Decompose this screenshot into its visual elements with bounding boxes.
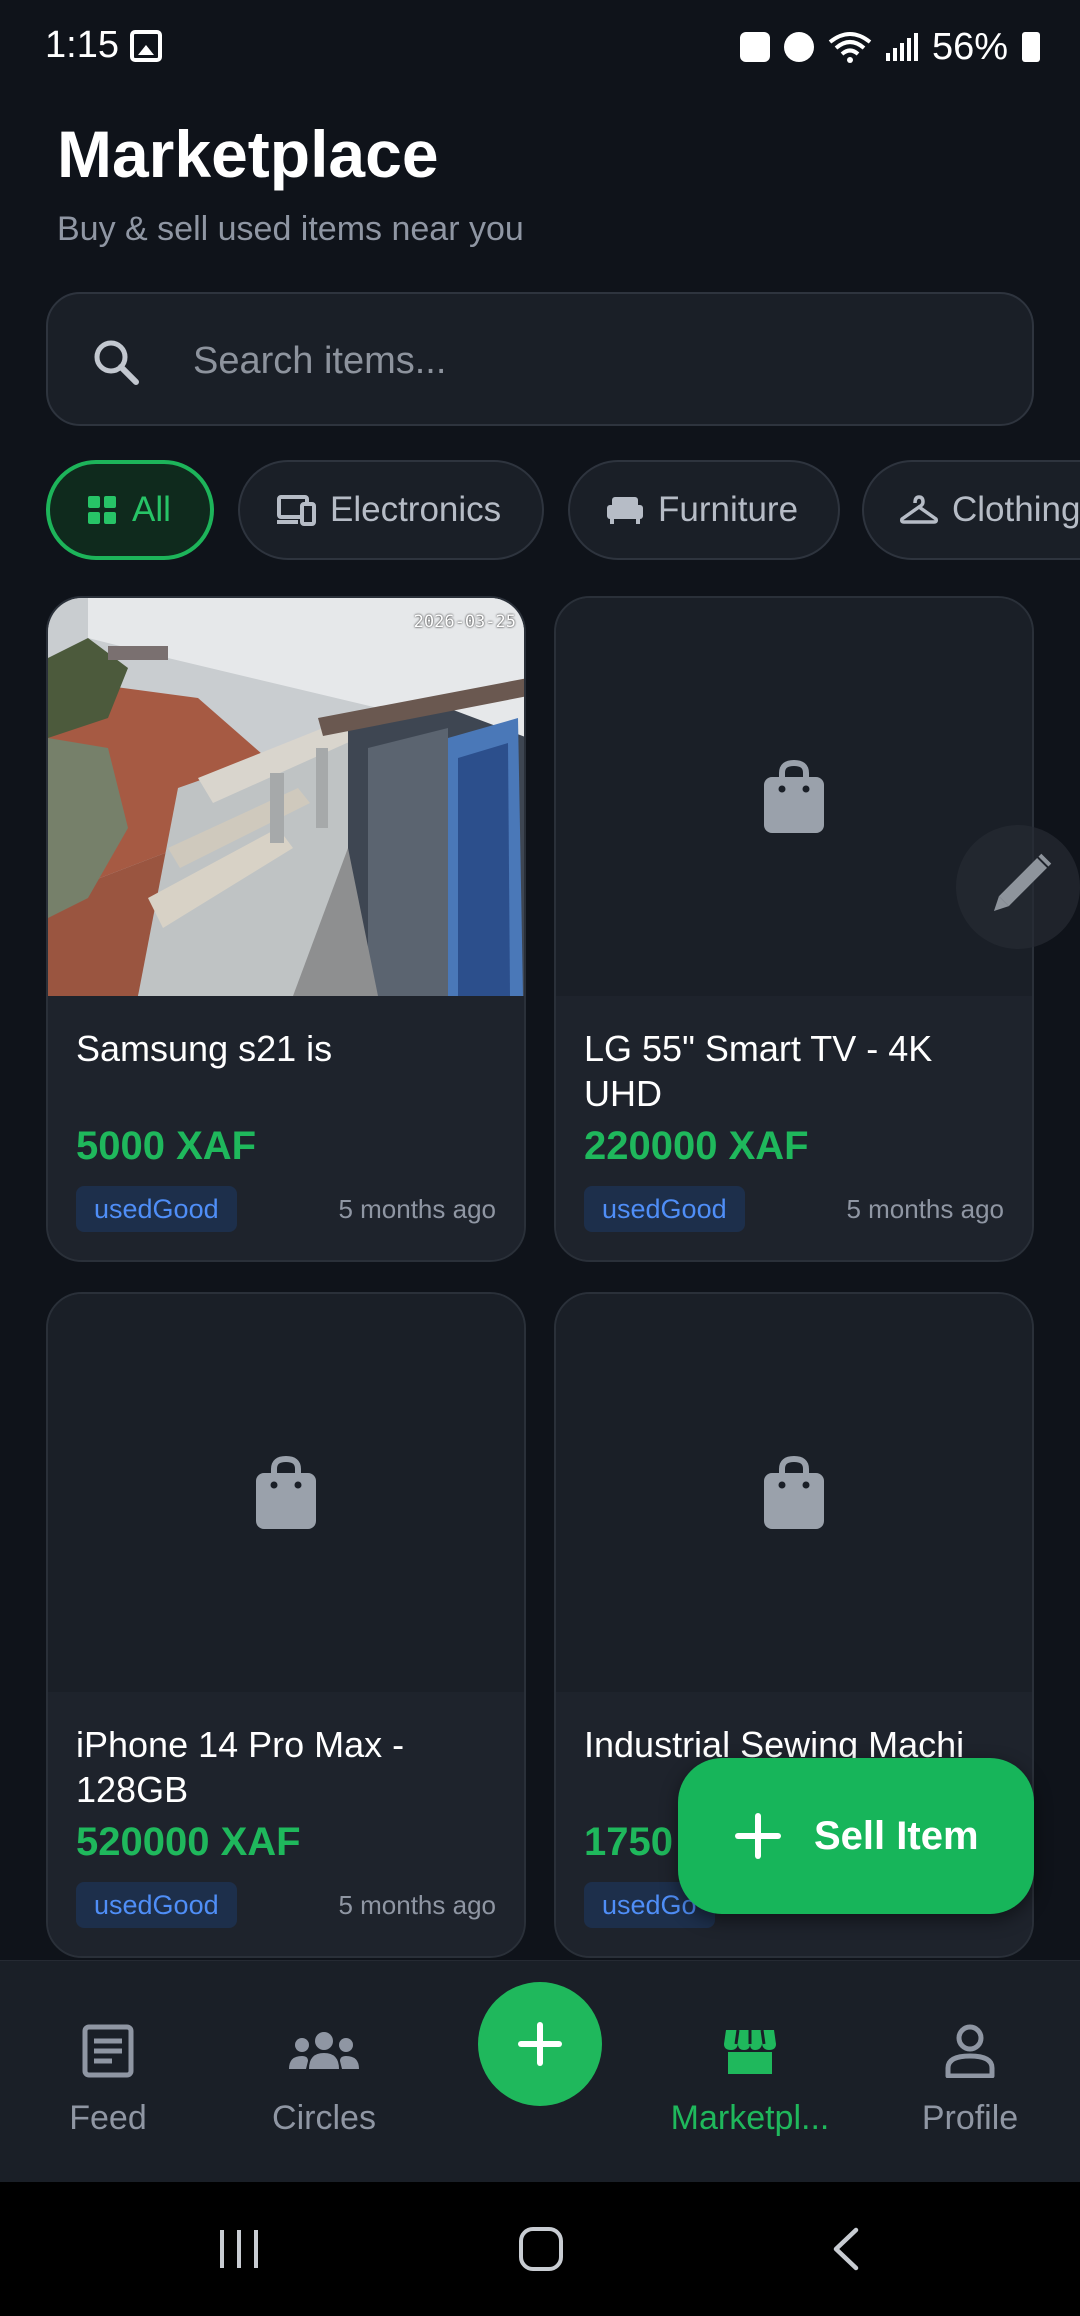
edit-floating-button[interactable] (956, 825, 1080, 949)
battery-icon (1022, 32, 1040, 62)
hanger-icon (900, 495, 938, 524)
listing-title: iPhone 14 Pro Max - 128GB (76, 1724, 405, 1810)
listing-price: 220000 XAF (584, 1124, 809, 1168)
listing-time: 5 months ago (338, 1194, 496, 1224)
listing-price: 1750 (584, 1820, 673, 1864)
listing-title: LG 55" Smart TV - 4K UHD (584, 1028, 933, 1114)
listing-card[interactable]: iPhone 14 Pro Max - 128GB 520000 XAF use… (46, 1292, 526, 1958)
condition-badge: usedGood (584, 1186, 745, 1232)
search-input[interactable] (193, 326, 993, 396)
plus-icon (735, 1813, 781, 1859)
back-icon[interactable] (826, 2226, 866, 2272)
sofa-icon (607, 497, 643, 524)
create-post-button[interactable] (478, 1982, 602, 2106)
listing-info: LG 55" Smart TV - 4K UHD 220000 XAF used… (556, 996, 1032, 1260)
battery-saver-icon (739, 32, 770, 62)
listing-price: 520000 XAF (76, 1820, 301, 1864)
sell-item-label: Sell Item (814, 1813, 979, 1858)
feed-icon (82, 2024, 134, 2078)
plus-icon (518, 2022, 562, 2066)
nav-item-profile[interactable]: Profile (900, 1961, 1040, 2183)
sell-item-button[interactable]: Sell Item (678, 1758, 1034, 1914)
chip-electronics[interactable]: Electronics (238, 460, 544, 560)
status-icons: 56% (739, 22, 1040, 72)
nav-label: Feed (69, 2099, 147, 2137)
nav-label: Profile (921, 2099, 1019, 2137)
page-subtitle: Buy & sell used items near you (57, 210, 524, 248)
signal-icon (885, 33, 918, 61)
status-time: 1:15 (45, 24, 119, 66)
nav-item-feed[interactable]: Feed (40, 1961, 176, 2183)
nav-label: Marketpl... (670, 2099, 830, 2137)
page-title: Marketplace (57, 117, 439, 191)
chip-label: Electronics (330, 490, 502, 529)
devices-icon (277, 495, 316, 526)
listing-time: 5 months ago (846, 1194, 1004, 1224)
chip-furniture[interactable]: Furniture (568, 460, 840, 560)
wifi-icon (828, 32, 872, 63)
recent-apps-icon[interactable] (216, 2226, 262, 2272)
search-icon (94, 340, 139, 385)
groups-icon (289, 2032, 359, 2069)
grid-icon (88, 496, 116, 524)
listing-title: Samsung s21 is (76, 1028, 333, 1069)
nav-item-circles[interactable]: Circles (250, 1961, 398, 2183)
listing-price: 5000 XAF (76, 1124, 257, 1168)
listing-card[interactable]: 2026-03-25 Samsung s21 is 5000 XAF usedG… (46, 596, 526, 1262)
condition-badge: usedGood (76, 1882, 237, 1928)
chip-all[interactable]: All (46, 460, 214, 560)
pencil-icon (993, 853, 1052, 912)
store-icon (724, 2029, 776, 2074)
nav-item-marketplace[interactable]: Marketpl... (640, 1961, 860, 2183)
alarm-icon (783, 32, 814, 62)
category-filter-row: All Electronics Furniture Clothing (46, 460, 1080, 562)
listing-image-placeholder (48, 1294, 524, 1692)
photo-timestamp: 2026-03-25 (413, 612, 516, 632)
battery-percent: 56% (931, 25, 1008, 68)
shopping-bag-icon (764, 759, 824, 833)
search-box[interactable] (46, 292, 1034, 426)
shopping-bag-icon (764, 1455, 824, 1529)
chip-clothing[interactable]: Clothing (862, 460, 1080, 560)
listing-info: Samsung s21 is 5000 XAF usedGood 5 month… (48, 996, 524, 1260)
listing-info: iPhone 14 Pro Max - 128GB 520000 XAF use… (48, 1692, 524, 1956)
nav-label: Circles (272, 2099, 376, 2137)
chip-label: Furniture (658, 490, 799, 529)
condition-badge: usedGood (76, 1186, 237, 1232)
system-navigation-bar (0, 2182, 1080, 2316)
image-notification-icon (130, 30, 162, 62)
person-icon (945, 2024, 995, 2078)
status-bar: 1:15 56% (0, 0, 1080, 96)
listing-time: 5 months ago (338, 1890, 496, 1920)
listing-photo: 2026-03-25 (48, 598, 524, 996)
chip-label: All (132, 490, 171, 529)
chip-label: Clothing (952, 490, 1080, 529)
shopping-bag-icon (256, 1455, 316, 1529)
home-icon[interactable] (518, 2226, 564, 2272)
listing-image-placeholder (556, 1294, 1032, 1692)
